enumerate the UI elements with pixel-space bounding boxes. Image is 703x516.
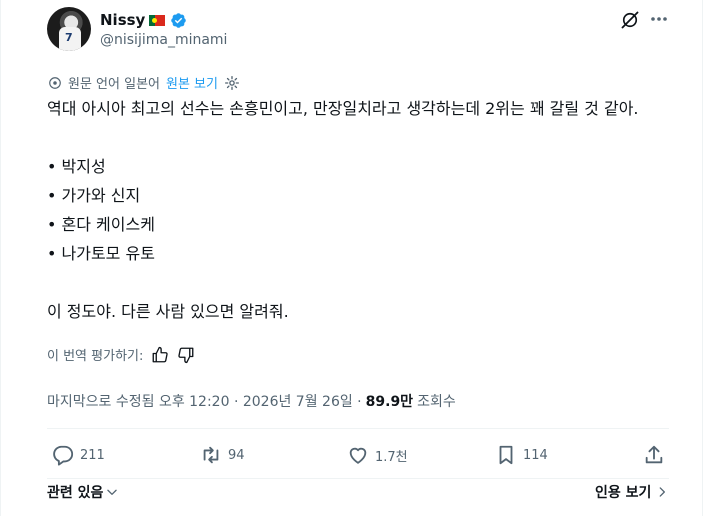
chevron-right-icon xyxy=(660,487,666,497)
post-outro: 이 정도야. 다른 사람 있으면 알려줘. xyxy=(47,302,289,321)
bookmark-count: 114 xyxy=(523,447,548,463)
bookmark-button[interactable]: 114 xyxy=(495,444,548,466)
list-item: • 나가토모 유토 xyxy=(47,244,155,263)
post-text: 역대 아시아 최고의 선수는 손흥민이고, 만장일치라고 생각하는데 2위는 꽤… xyxy=(47,94,667,326)
author-name[interactable]: Nissy xyxy=(100,11,145,29)
related-toggle[interactable]: 관련 있음 xyxy=(47,482,119,502)
translate-icon xyxy=(49,76,61,89)
show-original-link[interactable]: 원본 보기 xyxy=(166,73,218,92)
left-border xyxy=(0,0,1,516)
grok-icon[interactable] xyxy=(620,10,640,30)
list-item: • 가가와 신지 xyxy=(47,186,141,205)
reply-count: 211 xyxy=(80,447,105,463)
view-quotes-link[interactable]: 인용 보기 xyxy=(595,482,669,502)
divider xyxy=(47,478,669,479)
flag-portugal-icon xyxy=(149,14,166,26)
repost-count: 94 xyxy=(228,447,245,463)
action-bar: 211 94 1.7천 114 xyxy=(47,444,669,472)
post-meta: 마지막으로 수정됨 오후 12:20 · 2026년 7월 26일 · 89.9… xyxy=(47,391,456,411)
thumbs-up-icon[interactable] xyxy=(151,346,169,364)
list-item: • 혼다 케이스케 xyxy=(47,215,155,234)
reply-button[interactable]: 211 xyxy=(52,444,105,466)
share-icon xyxy=(645,445,663,464)
views-label: 조회수 xyxy=(417,394,456,410)
views-count: 89.9만 xyxy=(365,394,414,410)
chevron-down-icon xyxy=(107,489,118,495)
like-count: 1.7천 xyxy=(375,449,408,465)
like-icon xyxy=(349,447,367,464)
verified-badge-icon[interactable] xyxy=(170,12,187,29)
translate-settings-icon[interactable] xyxy=(224,75,240,91)
edited-timestamp[interactable]: 마지막으로 수정됨 오후 12:20 · 2026년 7월 26일 · xyxy=(47,391,362,411)
avatar-number: 7 xyxy=(65,31,73,44)
reply-icon xyxy=(53,445,74,466)
thumbs-down-icon[interactable] xyxy=(177,346,195,364)
repost-button[interactable]: 94 xyxy=(200,444,245,466)
repost-icon xyxy=(203,446,219,464)
more-icon[interactable] xyxy=(650,16,668,22)
post-intro: 역대 아시아 최고의 선수는 손흥민이고, 만장일치라고 생각하는데 2위는 꽤… xyxy=(47,99,639,118)
rate-translation-label: 이 번역 평가하기: xyxy=(47,349,144,364)
related-label: 관련 있음 xyxy=(47,485,104,501)
author-handle[interactable]: @nisijima_minami xyxy=(100,32,227,48)
list-item: • 박지성 xyxy=(47,157,106,176)
bookmark-icon xyxy=(499,445,513,465)
rate-translation: 이 번역 평가하기: xyxy=(47,345,195,364)
like-button[interactable]: 1.7천 xyxy=(347,444,408,466)
translation-notice: 원문 언어 일본어 원본 보기 xyxy=(48,73,240,92)
avatar[interactable]: 7 xyxy=(47,7,91,51)
share-button[interactable] xyxy=(643,444,665,466)
author-name-row: Nissy xyxy=(100,9,187,31)
view-quotes-label: 인용 보기 xyxy=(595,485,652,501)
translation-language: 원문 언어 일본어 xyxy=(68,77,160,92)
divider xyxy=(47,428,669,429)
